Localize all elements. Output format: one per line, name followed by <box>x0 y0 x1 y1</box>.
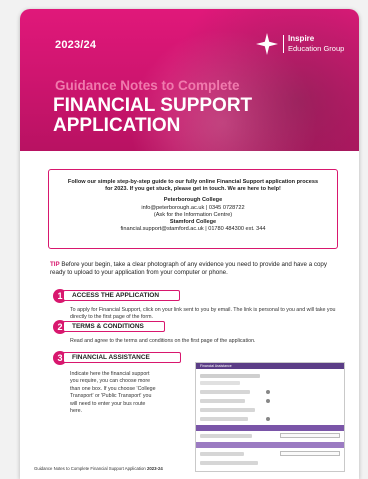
tip-label: TIP <box>50 261 60 268</box>
header-banner: 2023/24 Inspire Education Group Guidance… <box>20 9 359 151</box>
contact-box: Follow our simple step-by-step guide to … <box>48 169 338 249</box>
form-preview-line <box>200 434 252 438</box>
step-2-text: Read and agree to the terms and conditio… <box>70 338 256 344</box>
step-2-title: TERMS & CONDITIONS <box>63 321 165 332</box>
form-preview-line <box>200 452 244 456</box>
step-3-title: FINANCIAL ASSISTANCE <box>63 352 181 363</box>
college2-name: Stamford College <box>169 219 217 226</box>
form-preview-field <box>280 433 340 438</box>
form-preview-radio <box>266 417 270 421</box>
footer-year: 2023-24 <box>146 466 163 471</box>
logo-divider <box>283 35 284 53</box>
logo-name: Inspire <box>288 34 315 43</box>
form-preview-line <box>200 381 240 385</box>
document-subtitle: Guidance Notes to Complete <box>55 78 240 93</box>
step-1-title: ACCESS THE APPLICATION <box>63 290 180 301</box>
college1-contact: info@peterborough.ac.uk | 0345 0728722 <box>141 204 245 211</box>
form-preview-line <box>200 417 248 421</box>
form-preview-line <box>200 374 260 378</box>
form-preview-line <box>200 390 250 394</box>
form-preview-selected-row <box>196 425 344 431</box>
footer-text: Guidance Notes to Complete Financial Sup… <box>34 466 147 471</box>
intro-text: Follow our simple step-by-step guide to … <box>67 179 319 193</box>
form-preview-line <box>200 408 255 412</box>
document-page: 2023/24 Inspire Education Group Guidance… <box>20 9 359 479</box>
step-1-text: To apply for Financial Support, click on… <box>70 307 336 320</box>
tip-text: Before your begin, take a clear photogra… <box>50 261 327 276</box>
document-title: FINANCIAL SUPPORT APPLICATION <box>53 95 253 136</box>
form-preview-header: Financial Assistance <box>196 363 344 369</box>
form-preview-field <box>280 451 340 456</box>
college1-name: Peterborough College <box>163 197 223 204</box>
logo-subtitle: Education Group <box>288 44 345 53</box>
form-preview-image: Financial Assistance <box>195 362 345 472</box>
form-preview-radio <box>266 390 270 394</box>
form-preview-selected-row <box>196 442 344 448</box>
form-preview-radio <box>266 399 270 403</box>
form-preview-line <box>200 461 258 465</box>
step-3-text: Indicate here the financial support you … <box>70 371 156 415</box>
star-icon <box>256 33 278 55</box>
academic-year: 2023/24 <box>55 39 97 51</box>
college1-note: (Ask for the Information Centre) <box>153 211 233 218</box>
tip-paragraph: TIP Before your begin, take a clear phot… <box>50 261 340 277</box>
college2-contact: financial.support@stamford.ac.uk | 01780… <box>120 226 266 233</box>
form-preview-line <box>200 399 245 403</box>
page-footer: Guidance Notes to Complete Financial Sup… <box>34 466 163 471</box>
